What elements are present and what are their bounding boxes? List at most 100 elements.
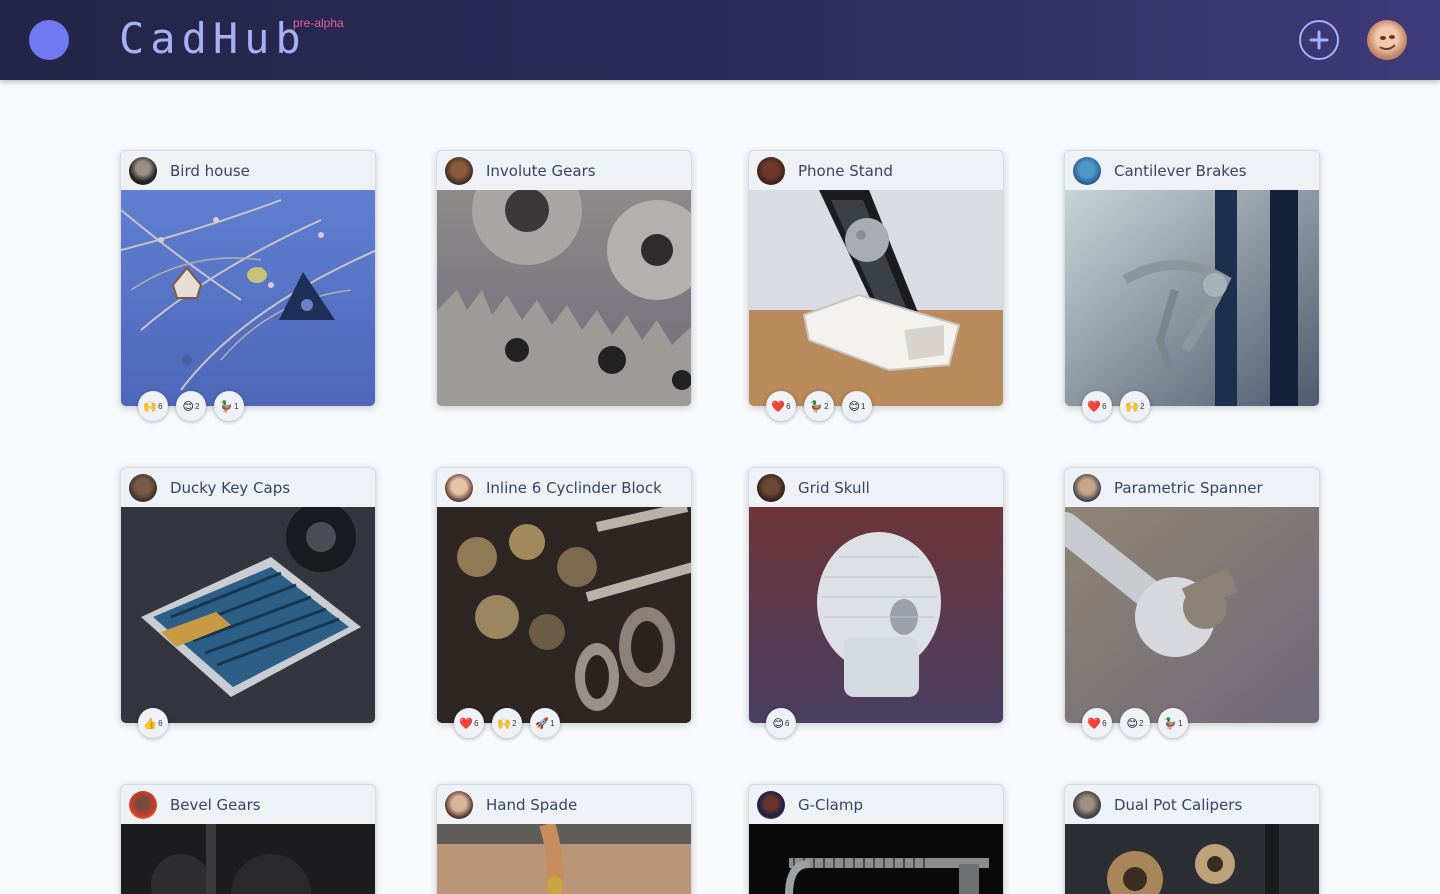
author-avatar[interactable] — [1073, 790, 1101, 819]
card-title[interactable]: Cantilever Brakes — [1114, 162, 1247, 180]
reaction-pill[interactable]: 🦆 2 — [804, 391, 834, 421]
card-header: Inline 6 Cyclinder Block — [437, 468, 691, 507]
part-card[interactable]: Ducky Key Caps — [120, 467, 376, 723]
author-avatar[interactable] — [757, 790, 785, 819]
card-title[interactable]: Bird house — [170, 162, 250, 180]
plus-icon — [1309, 30, 1329, 50]
part-image[interactable] — [437, 190, 691, 406]
reaction-count: 1 — [861, 401, 866, 411]
card-header: Parametric Spanner — [1065, 468, 1319, 507]
card-title[interactable]: Hand Spade — [486, 796, 577, 814]
part-image[interactable] — [437, 824, 691, 894]
author-avatar[interactable] — [1073, 473, 1101, 502]
part-image[interactable] — [121, 190, 375, 406]
reaction-count: 6 — [786, 401, 791, 411]
thumbs-up-emoji-icon: 👍 — [143, 716, 158, 730]
card-title[interactable]: Parametric Spanner — [1114, 479, 1263, 497]
part-card[interactable]: Bevel Gears — [120, 784, 376, 894]
card-title[interactable]: Inline 6 Cyclinder Block — [486, 479, 662, 497]
smile-emoji-icon: 😊 — [182, 399, 194, 413]
reaction-pill[interactable]: 😊 2 — [176, 391, 206, 421]
reaction-pill[interactable]: ❤️ 6 — [1082, 391, 1112, 421]
card-header: Cantilever Brakes — [1065, 151, 1319, 190]
brand-name[interactable]: CadHub — [119, 13, 307, 65]
reaction-count: 6 — [1102, 401, 1107, 411]
reaction-pill[interactable]: 🙌 6 — [138, 391, 168, 421]
reaction-pill[interactable]: ❤️ 6 — [766, 391, 796, 421]
part-image[interactable] — [1065, 507, 1319, 723]
top-nav: CadHub pre-alpha — [0, 0, 1440, 80]
reaction-list: 🙌 6 😊 2 🦆 1 — [138, 391, 244, 421]
card-title[interactable]: Involute Gears — [486, 162, 596, 180]
part-card[interactable]: Parametric Spanner — [1064, 467, 1320, 723]
author-avatar[interactable] — [445, 790, 473, 819]
part-card[interactable]: Dual Pot Calipers — [1064, 784, 1320, 894]
part-card[interactable]: Grid Skull — [748, 467, 1004, 723]
author-avatar[interactable] — [129, 473, 157, 502]
reaction-pill[interactable]: 🙌 2 — [1120, 391, 1150, 421]
reaction-count: 6 — [1102, 718, 1107, 728]
heart-emoji-icon: ❤️ — [459, 716, 474, 730]
author-avatar[interactable] — [757, 473, 785, 502]
part-card[interactable]: G-Clamp — [748, 784, 1004, 894]
reaction-count: 2 — [1140, 401, 1145, 411]
part-card[interactable]: Bird house — [120, 150, 376, 406]
card-header: Grid Skull — [749, 468, 1003, 507]
part-card[interactable]: Inline 6 Cyclinder Block — [436, 467, 692, 723]
card-title[interactable]: Phone Stand — [798, 162, 893, 180]
user-avatar[interactable] — [1367, 20, 1407, 60]
author-avatar[interactable] — [129, 156, 157, 185]
reaction-list: ❤️ 6 🦆 2 😊 1 — [766, 391, 872, 421]
author-avatar[interactable] — [445, 156, 473, 185]
author-avatar[interactable] — [129, 790, 157, 819]
card-title[interactable]: G-Clamp — [798, 796, 863, 814]
duck-emoji-icon: 🦆 — [219, 399, 234, 413]
card-header: Bird house — [121, 151, 375, 190]
reaction-pill[interactable]: 🙌 2 — [492, 708, 522, 738]
card-header: Ducky Key Caps — [121, 468, 375, 507]
heart-emoji-icon: ❤️ — [1087, 399, 1102, 413]
smile-emoji-icon: 😊 — [1126, 716, 1138, 730]
part-card[interactable]: Phone Stand — [748, 150, 1004, 406]
card-title[interactable]: Dual Pot Calipers — [1114, 796, 1242, 814]
part-image[interactable] — [749, 190, 1003, 406]
reaction-count: 6 — [158, 718, 163, 728]
reaction-list: 😊 6 — [766, 708, 796, 738]
part-image[interactable] — [749, 507, 1003, 723]
card-title[interactable]: Grid Skull — [798, 479, 870, 497]
part-image[interactable] — [1065, 190, 1319, 406]
reaction-pill[interactable]: 😊 6 — [766, 708, 796, 738]
part-image[interactable] — [1065, 824, 1319, 894]
reaction-pill[interactable]: 😊 1 — [842, 391, 872, 421]
part-card[interactable]: Cantilever Brakes — [1064, 150, 1320, 406]
part-image[interactable] — [121, 824, 375, 894]
card-title[interactable]: Ducky Key Caps — [170, 479, 290, 497]
card-title[interactable]: Bevel Gears — [170, 796, 261, 814]
reaction-count: 2 — [512, 718, 517, 728]
reaction-list: ❤️ 6 🙌 2 🚀 1 — [454, 708, 560, 738]
reaction-pill[interactable]: 👍 6 — [138, 708, 168, 738]
reaction-count: 1 — [234, 401, 239, 411]
author-avatar[interactable] — [1073, 156, 1101, 185]
part-card[interactable]: Hand Spade — [436, 784, 692, 894]
author-avatar[interactable] — [757, 156, 785, 185]
reaction-pill[interactable]: 🦆 1 — [1158, 708, 1188, 738]
reaction-pill[interactable]: 🚀 1 — [530, 708, 560, 738]
rocket-emoji-icon: 🚀 — [535, 716, 550, 730]
reaction-pill[interactable]: ❤️ 6 — [454, 708, 484, 738]
part-image[interactable] — [749, 824, 1003, 894]
reaction-pill[interactable]: ❤️ 6 — [1082, 708, 1112, 738]
author-avatar[interactable] — [445, 473, 473, 502]
reaction-pill[interactable]: 🦆 1 — [214, 391, 244, 421]
reaction-list: ❤️ 6 😊 2 🦆 1 — [1082, 708, 1188, 738]
part-image[interactable] — [437, 507, 691, 723]
part-card[interactable]: Involute Gears — [436, 150, 692, 406]
card-header: Phone Stand — [749, 151, 1003, 190]
reaction-count: 2 — [824, 401, 829, 411]
add-part-button[interactable] — [1299, 20, 1339, 60]
logo-icon[interactable] — [29, 20, 69, 60]
reaction-pill[interactable]: 😊 2 — [1120, 708, 1150, 738]
part-image[interactable] — [121, 507, 375, 723]
card-header: Dual Pot Calipers — [1065, 785, 1319, 824]
card-header: Bevel Gears — [121, 785, 375, 824]
